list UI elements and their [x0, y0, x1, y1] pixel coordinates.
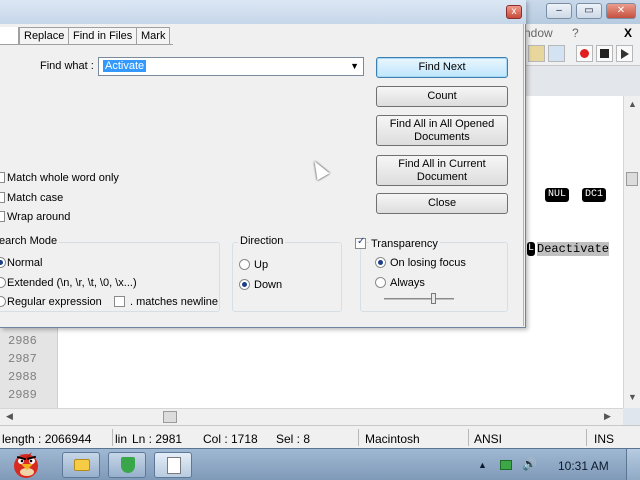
find-dialog: x Replace Find in Files Mark Find what :…: [0, 0, 526, 328]
direction-up-label[interactable]: Up: [254, 259, 268, 271]
direction-title: Direction: [238, 235, 286, 247]
status-divider: [358, 429, 359, 446]
close-document-button[interactable]: X: [624, 26, 632, 40]
matches-newline-checkbox[interactable]: [114, 296, 125, 307]
tab-icon[interactable]: [528, 45, 545, 62]
system-clock[interactable]: 10:31 AM: [558, 459, 609, 473]
find-all-opened-button[interactable]: Find All in All Opened Documents: [376, 115, 508, 146]
direction-down-radio[interactable]: [239, 279, 250, 290]
status-insert-mode: INS: [594, 432, 615, 446]
match-case-label[interactable]: Match case: [7, 192, 63, 204]
find-all-current-button[interactable]: Find All in Current Document: [376, 155, 508, 186]
transparency-slider-track[interactable]: [384, 298, 454, 300]
document-tab-bar: [524, 66, 640, 96]
tab-find[interactable]: [0, 27, 19, 45]
status-eol: Macintosh: [365, 432, 420, 446]
status-divider: [468, 429, 469, 446]
maximize-button[interactable]: ▭: [576, 3, 602, 19]
status-bar: length : 2066944 lin Ln : 2981 Col : 171…: [0, 425, 640, 448]
find-what-value: Activate: [103, 60, 147, 72]
vertical-scroll-thumb[interactable]: [626, 172, 638, 186]
record-macro-icon[interactable]: [576, 45, 593, 62]
taskbar-app-security[interactable]: [108, 452, 146, 478]
control-char-nul: NUL: [545, 188, 570, 202]
search-extended-label[interactable]: Extended (\n, \r, \t, \0, \x...): [7, 277, 137, 289]
count-button[interactable]: Count: [376, 86, 508, 107]
scroll-up-icon[interactable]: ▲: [628, 99, 637, 109]
status-column: Col : 1718: [203, 432, 258, 446]
line-number: 2987: [8, 352, 37, 366]
control-char-dc1: DC1: [582, 188, 607, 202]
dropdown-arrow-icon[interactable]: ▼: [350, 61, 359, 71]
wrap-around-checkbox[interactable]: [0, 211, 5, 222]
volume-icon[interactable]: 🔊: [522, 457, 537, 471]
losing-focus-radio[interactable]: [375, 257, 386, 268]
close-window-button[interactable]: ✕: [606, 3, 636, 19]
losing-focus-label[interactable]: On losing focus: [390, 257, 466, 269]
status-divider: [586, 429, 587, 446]
transparency-checkbox[interactable]: [355, 236, 366, 249]
search-regex-label[interactable]: Regular expression: [7, 296, 102, 308]
always-radio[interactable]: [375, 277, 386, 288]
direction-up-radio[interactable]: [239, 259, 250, 270]
menu-window[interactable]: ndow: [524, 26, 553, 40]
match-case-checkbox[interactable]: [0, 192, 5, 203]
find-what-combobox[interactable]: Activate ▼: [98, 57, 364, 76]
scroll-down-icon[interactable]: ▼: [628, 392, 637, 402]
control-char-l: L: [527, 242, 536, 256]
menu-bar: ndow ? X: [524, 24, 640, 42]
status-encoding: ANSI: [474, 432, 503, 446]
find-what-label: Find what :: [40, 60, 94, 72]
dialog-titlebar[interactable]: [0, 0, 526, 24]
search-normal-label[interactable]: Normal: [7, 257, 42, 269]
wrap-around-label[interactable]: Wrap around: [7, 211, 70, 223]
toolbar: [524, 42, 640, 66]
show-desktop-button[interactable]: [626, 449, 640, 480]
start-angry-bird-icon[interactable]: [6, 449, 46, 479]
tab-underline: [0, 44, 173, 45]
notepad-icon: [167, 457, 181, 474]
line-number: 2989: [8, 388, 37, 402]
scroll-right-icon[interactable]: ▶: [604, 411, 611, 422]
transparency-label[interactable]: Transparency: [369, 238, 440, 250]
status-lines: lin: [115, 432, 128, 446]
network-icon[interactable]: [500, 460, 512, 470]
find-next-button[interactable]: Find Next: [376, 57, 508, 78]
menu-help[interactable]: ?: [572, 26, 579, 40]
horizontal-scrollbar[interactable]: ◀ ▶: [0, 408, 623, 425]
direction-group: Direction: [232, 235, 342, 312]
shield-icon: [121, 457, 135, 473]
taskbar: ▲ 🔊 10:31 AM: [0, 448, 640, 480]
line-number: 2986: [8, 334, 37, 348]
horizontal-scroll-thumb[interactable]: [163, 411, 177, 423]
status-divider: [112, 429, 113, 446]
tab-find-in-files[interactable]: Find in Files: [68, 27, 138, 45]
whole-word-label[interactable]: Match whole word only: [7, 172, 119, 184]
matches-newline-label[interactable]: . matches newline: [130, 296, 218, 308]
matched-text: Deactivate: [537, 242, 610, 256]
dialog-close-button[interactable]: x: [506, 5, 522, 19]
tab-replace[interactable]: Replace: [19, 27, 70, 45]
tab-mark[interactable]: Mark: [136, 27, 171, 45]
panel-icon[interactable]: [548, 45, 565, 62]
close-button[interactable]: Close: [376, 193, 508, 214]
always-label[interactable]: Always: [390, 277, 425, 289]
taskbar-app-folder[interactable]: [62, 452, 100, 478]
scroll-left-icon[interactable]: ◀: [6, 411, 13, 422]
stop-macro-icon[interactable]: [596, 45, 613, 62]
play-macro-icon[interactable]: [616, 45, 633, 62]
whole-word-checkbox[interactable]: [0, 172, 5, 183]
minimize-button[interactable]: –: [546, 3, 572, 19]
vertical-scrollbar[interactable]: ▲ ▼: [623, 96, 640, 408]
status-selection: Sel : 8: [276, 432, 311, 446]
search-mode-title: earch Mode: [0, 235, 60, 247]
transparency-slider-thumb[interactable]: [431, 293, 436, 304]
folder-icon: [74, 459, 90, 471]
status-length: length : 2066944: [2, 432, 92, 446]
status-line: Ln : 2981: [132, 432, 183, 446]
taskbar-app-notepad[interactable]: [154, 452, 192, 478]
direction-down-label[interactable]: Down: [254, 279, 282, 291]
show-hidden-icons-icon[interactable]: ▲: [478, 460, 487, 470]
line-number: 2988: [8, 370, 37, 384]
